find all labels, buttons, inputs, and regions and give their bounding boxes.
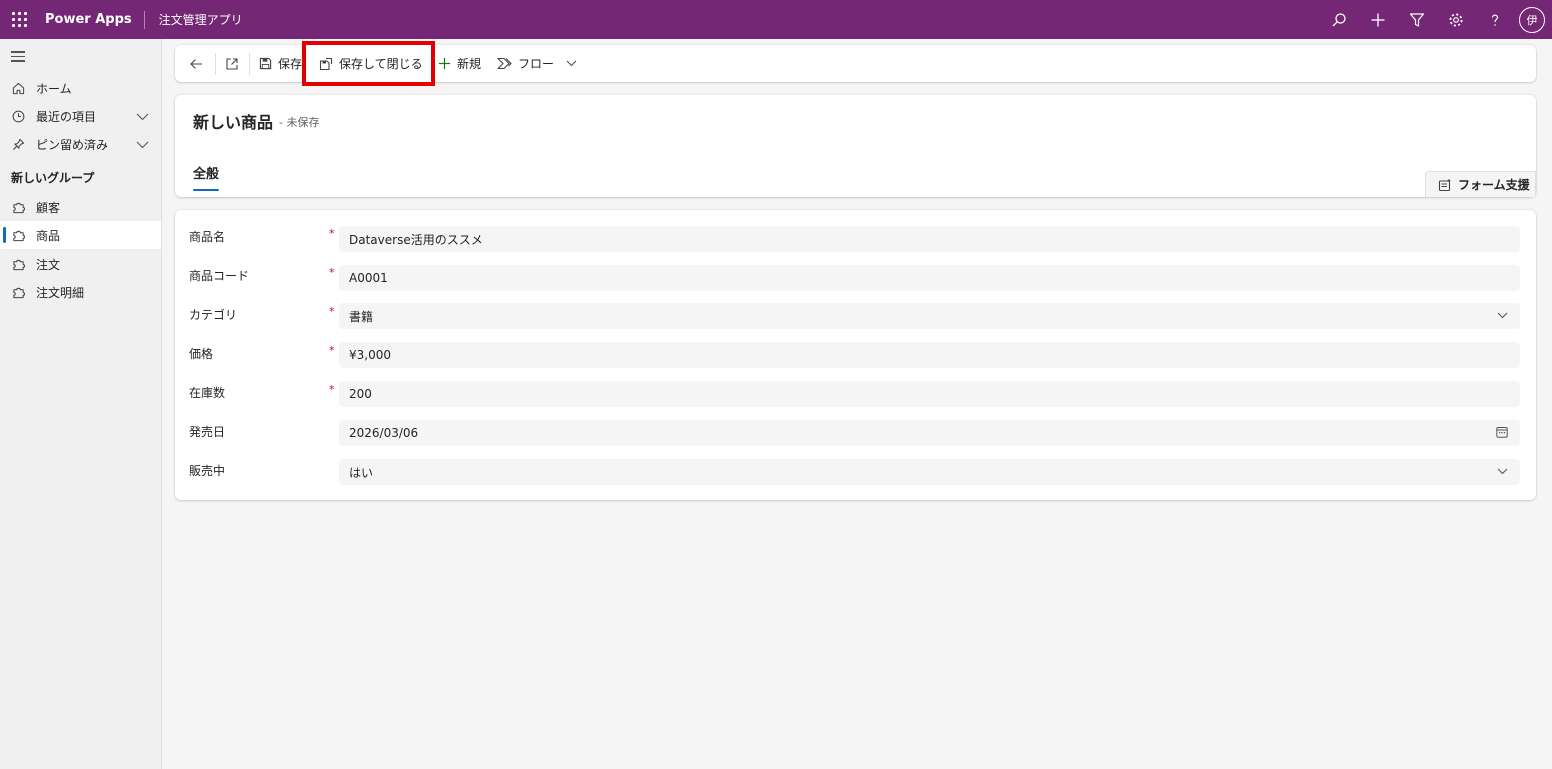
sidebar-item-label: ピン留め済み: [36, 137, 109, 152]
sidebar-group-title: 新しいグループ: [11, 171, 95, 185]
field-value: Dataverse活用のススメ: [349, 232, 483, 247]
sidebar-item-label: 注文: [36, 257, 61, 272]
clock-icon: [11, 109, 25, 123]
home-icon: [11, 81, 25, 95]
save-and-close-label: 保存して閉じる: [339, 57, 423, 71]
required-marker: *: [329, 227, 335, 240]
waffle-icon: [11, 12, 27, 27]
open-in-new-window-icon: [226, 57, 238, 70]
sidebar-item-orders[interactable]: 注文: [0, 250, 161, 278]
sidebar-item-customers[interactable]: 顧客: [0, 193, 161, 221]
sidebar-item-label: 最近の項目: [36, 109, 97, 124]
save-and-close-icon: [319, 57, 333, 71]
sidebar-item-label: 注文明細: [36, 285, 85, 300]
sidebar-item-pinned[interactable]: ピン留め済み: [0, 130, 161, 158]
sidebar-item-order-details[interactable]: 注文明細: [0, 278, 161, 306]
chevron-down-icon[interactable]: [136, 138, 149, 152]
product-name-input[interactable]: Dataverse活用のススメ: [339, 226, 1520, 252]
calendar-icon[interactable]: [1496, 426, 1508, 438]
brand-name[interactable]: Power Apps: [38, 10, 145, 29]
sidebar: ホーム 最近の項目 ピン留め済み 新しいグループ 顧客 商品 注文 注文明細: [0, 39, 162, 769]
save-button[interactable]: 保存: [259, 45, 302, 82]
app-launcher-button[interactable]: [0, 0, 38, 39]
sidebar-item-label: 商品: [36, 228, 61, 243]
settings-button[interactable]: [1436, 0, 1475, 39]
field-label-product-code: 商品コード: [189, 269, 250, 283]
required-marker: *: [329, 305, 335, 318]
record-title: 新しい商品: [193, 113, 274, 132]
field-label-on-sale: 販売中: [189, 464, 226, 478]
chevron-down-icon[interactable]: [566, 60, 577, 67]
arrow-left-icon: [190, 58, 202, 69]
sidebar-item-label: ホーム: [36, 81, 72, 96]
chevron-down-icon[interactable]: [136, 110, 149, 124]
category-select[interactable]: 書籍: [339, 303, 1520, 329]
puzzle-icon: [11, 257, 25, 271]
form-assist-button[interactable]: フォーム支援: [1425, 171, 1536, 197]
app-name[interactable]: 注文管理アプリ: [145, 11, 243, 28]
form-section: 商品名 * Dataverse活用のススメ 商品コード * A0001 カテゴリ…: [175, 210, 1536, 500]
top-bar: Power Apps 注文管理アプリ 伊: [0, 0, 1552, 39]
chevron-down-icon: [1497, 468, 1508, 475]
flow-icon: [497, 57, 512, 70]
field-label-category: カテゴリ: [189, 308, 238, 322]
save-label: 保存: [278, 57, 303, 71]
field-value: 200: [349, 387, 372, 401]
form-assist-icon: [1438, 178, 1452, 192]
sidebar-item-home[interactable]: ホーム: [0, 74, 161, 102]
search-icon: [1332, 12, 1346, 26]
field-value: 書籍: [349, 309, 374, 324]
release-date-input[interactable]: 2026/03/06: [339, 420, 1520, 446]
field-value: ¥3,000: [349, 348, 391, 362]
field-label-product-name: 商品名: [189, 230, 226, 244]
sidebar-item-label: 顧客: [36, 200, 61, 215]
back-button[interactable]: [189, 45, 203, 82]
form-assist-label: フォーム支援: [1458, 178, 1530, 192]
hamburger-menu-icon[interactable]: [11, 51, 25, 65]
tab-underline: [193, 189, 219, 191]
flow-button[interactable]: フロー: [497, 45, 577, 82]
field-value: 2026/03/06: [349, 426, 419, 440]
field-label-release-date: 発売日: [189, 425, 226, 439]
plus-icon: [1371, 13, 1384, 26]
sidebar-item-products[interactable]: 商品: [0, 221, 161, 249]
open-new-window-button[interactable]: [225, 45, 239, 82]
filter-button[interactable]: [1397, 0, 1436, 39]
pin-icon: [11, 137, 25, 151]
plus-icon: [438, 57, 451, 70]
required-marker: *: [329, 383, 335, 396]
puzzle-icon: [11, 228, 25, 242]
on-sale-select[interactable]: はい: [339, 459, 1520, 485]
gear-icon: [1449, 13, 1462, 26]
sidebar-item-recent[interactable]: 最近の項目: [0, 102, 161, 130]
puzzle-icon: [11, 200, 25, 214]
new-label: 新規: [457, 57, 482, 71]
required-marker: *: [329, 344, 335, 357]
price-input[interactable]: ¥3,000: [339, 342, 1520, 368]
field-label-stock: 在庫数: [189, 386, 226, 400]
required-marker: *: [329, 266, 335, 279]
user-avatar[interactable]: 伊: [1519, 6, 1545, 33]
save-icon: [259, 57, 272, 70]
field-label-price: 価格: [189, 347, 214, 361]
flow-label: フロー: [518, 57, 555, 71]
field-value: はい: [349, 465, 374, 480]
command-bar: 保存 保存して閉じる 新規 フロー: [175, 45, 1536, 82]
record-status: - 未保存: [279, 116, 320, 129]
field-value: A0001: [349, 271, 388, 285]
tab-general[interactable]: 全般: [193, 163, 219, 182]
record-header: 新しい商品 - 未保存 全般 フォーム支援: [175, 95, 1536, 197]
product-code-input[interactable]: A0001: [339, 265, 1520, 291]
new-button[interactable]: [1358, 0, 1397, 39]
help-icon: [1491, 14, 1498, 26]
save-and-close-button[interactable]: 保存して閉じる: [319, 45, 423, 82]
stock-input[interactable]: 200: [339, 381, 1520, 407]
help-button[interactable]: [1475, 0, 1514, 39]
new-record-button[interactable]: 新規: [438, 45, 481, 82]
puzzle-icon: [11, 285, 25, 299]
chevron-down-icon: [1497, 312, 1508, 319]
filter-icon: [1409, 12, 1424, 27]
search-button[interactable]: [1319, 0, 1358, 39]
